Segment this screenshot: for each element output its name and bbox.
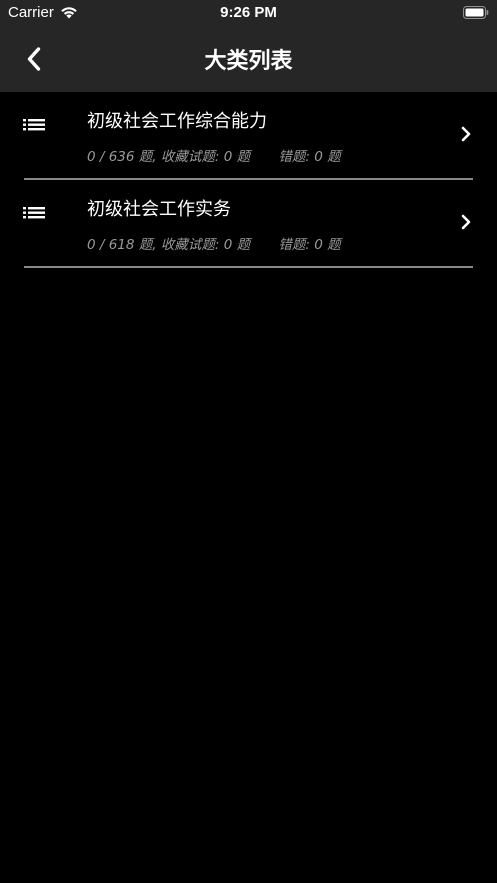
category-list: 初级社会工作综合能力 0 / 636 题, 收藏试题: 0 题 错题: 0 题 … <box>0 92 497 268</box>
list-icon <box>23 207 45 219</box>
list-item[interactable]: 初级社会工作综合能力 0 / 636 题, 收藏试题: 0 题 错题: 0 题 <box>0 92 497 180</box>
wrong-count: 错题: 0 题 <box>278 149 341 165</box>
battery-icon <box>463 6 489 19</box>
favorites-count: 收藏试题: 0 题 <box>160 149 251 165</box>
chevron-right-icon <box>461 126 471 142</box>
progress-count: 0 / 618 题, <box>87 237 157 253</box>
chevron-right-icon <box>461 214 471 230</box>
category-title: 初级社会工作实务 <box>87 199 231 220</box>
list-item[interactable]: 初级社会工作实务 0 / 618 题, 收藏试题: 0 题 错题: 0 题 <box>0 180 497 268</box>
category-stats: 0 / 636 题, 收藏试题: 0 题 错题: 0 题 <box>87 145 341 165</box>
category-title: 初级社会工作综合能力 <box>87 111 267 132</box>
favorites-count: 收藏试题: 0 题 <box>160 237 251 253</box>
category-stats: 0 / 618 题, 收藏试题: 0 题 错题: 0 题 <box>87 233 341 253</box>
progress-count: 0 / 636 题, <box>87 149 157 165</box>
status-bar: Carrier 9:26 PM <box>0 0 497 26</box>
page-title: 大类列表 <box>204 49 293 74</box>
navigation-bar: 大类列表 <box>0 26 497 92</box>
list-icon <box>23 119 45 131</box>
row-divider <box>24 266 473 268</box>
wrong-count: 错题: 0 题 <box>278 237 341 253</box>
status-time: 9:26 PM <box>220 4 277 21</box>
